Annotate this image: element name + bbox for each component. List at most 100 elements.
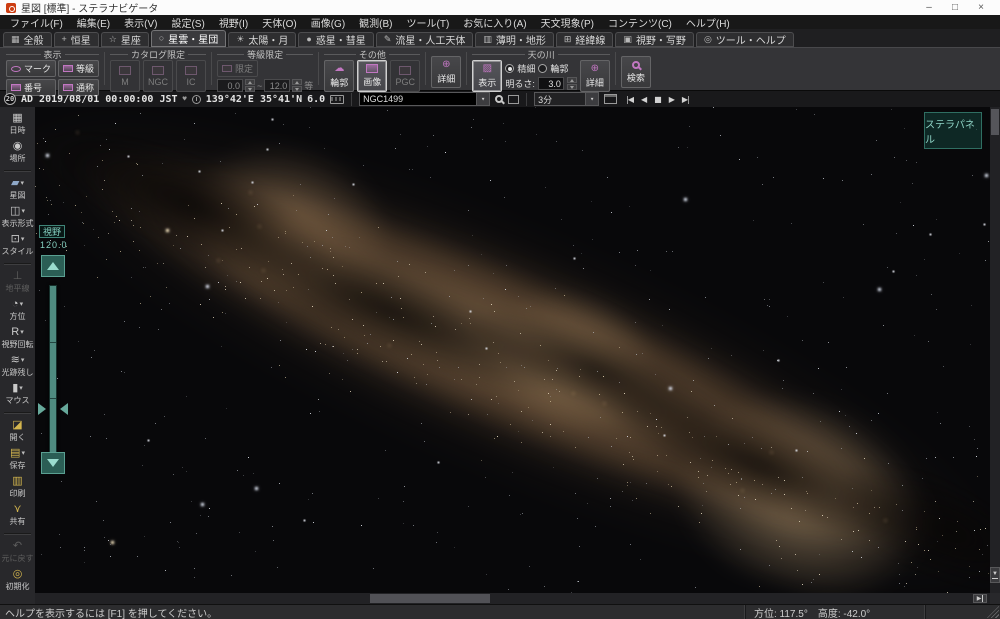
other-detail-button[interactable]: ⊕詳細	[431, 56, 461, 88]
catalog-ngc-button[interactable]: NGC	[143, 60, 173, 92]
mag-max-up-button[interactable]	[292, 79, 302, 85]
catalog-m-button[interactable]: M	[110, 60, 140, 92]
animation-icon[interactable]	[604, 94, 617, 104]
menu-item[interactable]: 天文現象(P)	[534, 15, 601, 30]
mag-max-input[interactable]: 12.0	[264, 79, 290, 92]
vertical-scrollbar-thumb[interactable]	[991, 109, 999, 135]
coordinates-display[interactable]: 139°42'E 35°41'N	[206, 94, 302, 105]
play-button[interactable]: ▶	[665, 95, 678, 104]
tab-stars[interactable]: +恒星	[54, 32, 99, 47]
magnitude-button[interactable]: 等級	[58, 60, 99, 77]
image-button[interactable]: 画像	[357, 60, 387, 92]
sidebar-item-share[interactable]: ⋎共有	[0, 503, 35, 527]
tab-meteors-satellites[interactable]: ✎流星・人工天体	[376, 32, 474, 47]
tab-planets-comets[interactable]: ●惑星・彗星	[298, 32, 373, 47]
panel-icon[interactable]	[508, 95, 519, 104]
sidebar-item-fov-rotation[interactable]: R▾視野回転	[0, 326, 35, 350]
tab-tools-help[interactable]: ◎ツール・ヘルプ	[696, 32, 794, 47]
pgc-button[interactable]: PGC	[390, 60, 420, 92]
fov-slider-handle-left[interactable]	[38, 403, 46, 415]
time-step-value[interactable]: 3分	[534, 92, 586, 106]
mag-min-down-button[interactable]	[245, 86, 255, 92]
vertical-scrollbar[interactable]: ▼	[990, 107, 1000, 593]
search-button[interactable]: 検索	[621, 56, 651, 88]
menu-item[interactable]: 天体(O)	[255, 15, 303, 30]
step-back-button[interactable]: ◀	[637, 95, 650, 104]
menu-item[interactable]: 画像(G)	[304, 15, 352, 30]
time-step-dropdown-icon[interactable]: ▾	[586, 92, 599, 106]
tab-grid-lines[interactable]: ⊞経緯線	[556, 32, 614, 47]
sidebar-item-location[interactable]: ◉場所	[0, 140, 35, 164]
catalog-ic-button[interactable]: IC	[176, 60, 206, 92]
tab-sun-moon[interactable]: ☀太陽・月	[228, 32, 296, 47]
menu-item[interactable]: 観測(B)	[352, 15, 399, 30]
sidebar-item-direction[interactable]: ◔▾方位	[0, 298, 35, 322]
vertical-scroll-end-button[interactable]: ▼	[990, 567, 1000, 583]
tab-fov-photo[interactable]: ▣視野・写野	[615, 32, 694, 47]
mag-min-input[interactable]: 0.0	[217, 79, 243, 92]
fov-slider-handle-right[interactable]	[60, 403, 68, 415]
time-step-combo[interactable]: 3分 ▾	[534, 92, 599, 106]
target-value[interactable]: NGC1499	[359, 92, 477, 106]
sidebar-item-display-format[interactable]: ◫▾表示形式	[0, 205, 35, 229]
stop-button[interactable]: ■	[650, 95, 665, 104]
mag-min-up-button[interactable]	[245, 79, 255, 85]
sidebar-item-print[interactable]: ▥印刷	[0, 475, 35, 499]
outline-radio[interactable]	[538, 64, 547, 73]
tab-twilight-terrain[interactable]: ▥薄明・地形	[475, 32, 554, 47]
menu-item[interactable]: 設定(S)	[164, 15, 211, 30]
alarm-icon[interactable]	[192, 95, 201, 104]
fov-slider[interactable]	[49, 285, 57, 453]
tab-general[interactable]: ▦全般	[3, 32, 52, 47]
close-button[interactable]: ×	[968, 0, 994, 15]
stella-panel-button[interactable]: ステラパネル	[924, 112, 982, 149]
limit-toggle-button[interactable]: 限定	[217, 60, 258, 77]
menu-item[interactable]: ヘルプ(H)	[679, 15, 737, 30]
sidebar-item-save[interactable]: ▤▾保存	[0, 447, 35, 471]
mag-max-down-button[interactable]	[292, 86, 302, 92]
skip-start-button[interactable]: |◀	[622, 95, 637, 104]
star-chart-view[interactable]: 視野 120.0 ステラパネル	[35, 107, 990, 593]
sidebar-item-style[interactable]: ⊡▾スタイル	[0, 233, 35, 257]
sidebar-item-date-time[interactable]: ▦日時	[0, 112, 35, 136]
menu-item[interactable]: 編集(E)	[70, 15, 117, 30]
menu-item[interactable]: 表示(V)	[117, 15, 164, 30]
resize-grip-icon[interactable]	[987, 606, 999, 618]
outline-button[interactable]: ☁輪郭	[324, 60, 354, 92]
datetime-display[interactable]: AD 2019/08/01 00:00:00 JST	[21, 94, 178, 105]
menu-item[interactable]: ファイル(F)	[3, 15, 70, 30]
mark-button[interactable]: マーク	[6, 60, 56, 77]
milkyway-show-button[interactable]: ▨表示	[472, 60, 502, 92]
moon-age-icon[interactable]: 20	[4, 93, 16, 105]
brightness-down-button[interactable]	[567, 84, 577, 90]
horizontal-scrollbar[interactable]: ▶	[35, 593, 990, 604]
find-icon[interactable]	[495, 95, 503, 103]
brightness-up-button[interactable]	[567, 77, 577, 83]
sidebar-item-undo[interactable]: ↶元に戻す	[0, 540, 35, 564]
sidebar-item-open[interactable]: ◪開く	[0, 419, 35, 443]
horizontal-scroll-end-button[interactable]: ▶	[973, 594, 987, 603]
milkyway-detail-button[interactable]: ⊕詳細	[580, 60, 610, 92]
minimize-button[interactable]: –	[916, 0, 942, 15]
tab-nebulae-clusters[interactable]: ○星雲・星団	[151, 30, 226, 47]
sidebar-item-mouse[interactable]: ▮▾マウス	[0, 382, 35, 406]
horizontal-scrollbar-thumb[interactable]	[370, 594, 490, 603]
keypad-icon[interactable]	[330, 95, 344, 104]
sidebar-item-horizon[interactable]: ⊥地平線	[0, 270, 35, 294]
zoom-out-button[interactable]	[41, 255, 65, 277]
skip-end-button[interactable]: ▶|	[678, 95, 693, 104]
menu-item[interactable]: 視野(I)	[212, 15, 255, 30]
menu-item[interactable]: コンテンツ(C)	[601, 15, 679, 30]
fine-radio[interactable]	[505, 64, 514, 73]
target-dropdown-icon[interactable]: ▾	[477, 92, 490, 106]
zoom-in-button[interactable]	[41, 452, 65, 474]
sidebar-item-trail[interactable]: ≋▾光跡残し	[0, 354, 35, 378]
sidebar-item-star-chart[interactable]: ▰▾星図	[0, 177, 35, 201]
menu-item[interactable]: お気に入り(A)	[456, 15, 533, 30]
target-combo[interactable]: NGC1499 ▾	[359, 92, 490, 106]
limiting-magnitude-display[interactable]: 6.0	[307, 94, 325, 105]
menu-item[interactable]: ツール(T)	[400, 15, 457, 30]
maximize-button[interactable]: □	[942, 0, 968, 15]
sidebar-item-reset[interactable]: ◎初期化	[0, 568, 35, 592]
tab-constellations[interactable]: ☆星座	[101, 32, 149, 47]
